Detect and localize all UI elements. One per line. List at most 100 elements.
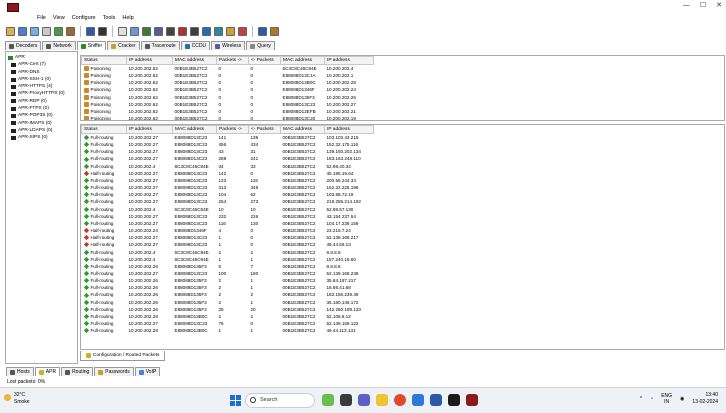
stop-icon[interactable]: [238, 26, 247, 36]
column-header[interactable]: Packets ->: [216, 125, 249, 134]
clock[interactable]: 13:40 13-02-2024: [692, 392, 718, 405]
table-row[interactable]: Poisoning 10.200.202.62 00B1E3B527C2 0 0 6C3C…: [82, 65, 374, 73]
weather-widget[interactable]: 32°C Smoke: [14, 392, 30, 405]
poisoning-table[interactable]: Status IP address MAC address Packets ->…: [80, 55, 725, 121]
open-icon[interactable]: [6, 26, 15, 36]
table-row[interactable]: Poisoning 10.200.202.62 00B1E3B527C2 0 0 E880…: [82, 115, 374, 120]
table-row[interactable]: Full-routing 10.200.202.27 E88088D13C23 43 3…: [82, 148, 374, 155]
sniffer-icon[interactable]: [42, 26, 51, 36]
tab-network[interactable]: Network: [42, 41, 76, 50]
column-header[interactable]: <- Packets: [248, 56, 281, 65]
tab-ccdu[interactable]: CCDU: [180, 41, 211, 50]
table-row[interactable]: Full-routing 10.200.202.27 E88088D13C23 123…: [82, 177, 374, 184]
cain-app-icon[interactable]: [466, 394, 478, 406]
tree-item[interactable]: APR-FTPS (0): [7, 105, 76, 112]
maximize-button[interactable]: ☐: [700, 1, 706, 9]
table-row[interactable]: Full-routing 10.200.202.26 E88088D135F3 2 1 0…: [82, 284, 374, 291]
tree-item[interactable]: APR-RDP (0): [7, 98, 76, 105]
decoder-icon[interactable]: [118, 26, 127, 36]
menu-help[interactable]: Help: [122, 15, 133, 21]
tree-item[interactable]: APR-ProxyHTTPS (0): [7, 90, 76, 97]
grid-icon[interactable]: [166, 26, 175, 36]
tree-item[interactable]: APR-LDAPS (0): [7, 127, 76, 134]
tree-item[interactable]: APR-HTTPS (4): [7, 83, 76, 90]
tree-item[interactable]: APR-SIPS (0): [7, 134, 76, 141]
language-indicator[interactable]: ENG IN: [661, 393, 672, 405]
table-row[interactable]: Half-routing 10.200.202.27 E88088D13C23 1 0 0…: [82, 234, 374, 241]
tab-query[interactable]: Query: [246, 41, 275, 50]
tray-arrow-icon[interactable]: ^: [640, 396, 642, 402]
tree-item[interactable]: APR-POP3S (0): [7, 112, 76, 119]
config-icon[interactable]: [66, 26, 75, 36]
chat-icon[interactable]: [358, 394, 370, 406]
tree-item[interactable]: APR: [7, 54, 76, 61]
add-icon[interactable]: [86, 26, 95, 36]
trace-icon[interactable]: [130, 26, 139, 36]
volume-icon[interactable]: ◉: [680, 396, 684, 402]
table-row[interactable]: Full-routing 10.200.202.28 E88088D13B0C 2 2 0…: [82, 313, 374, 320]
table-row[interactable]: Poisoning 10.200.202.62 00B1E3B527C2 0 0 E880…: [82, 101, 374, 108]
routing-table[interactable]: Status IP address MAC address Packets ->…: [80, 124, 725, 350]
close-button[interactable]: ✕: [716, 1, 722, 9]
tab-routing[interactable]: Routing: [61, 367, 94, 376]
table-row[interactable]: Full-routing 10.200.202.26 E88088D135F3 2 2 0…: [82, 291, 374, 298]
menu-view[interactable]: View: [53, 15, 65, 21]
tab-decoders[interactable]: Decoders: [5, 41, 42, 50]
tab-configuration-routed-packets[interactable]: Configuration / Routed Packets: [80, 351, 166, 361]
table-row[interactable]: Poisoning 10.200.202.62 00B1E3B527C2 0 0 E880…: [82, 72, 374, 79]
file-explorer-icon[interactable]: [376, 394, 388, 406]
route-icon[interactable]: [142, 26, 151, 36]
monitor-icon[interactable]: [190, 26, 199, 36]
column-header[interactable]: MAC address: [280, 56, 325, 65]
column-header[interactable]: Status: [81, 56, 127, 65]
table-row[interactable]: Full-routing 10.200.202.27 E88088D13C23 313…: [82, 184, 374, 191]
menu-file[interactable]: File: [37, 15, 46, 21]
apr-icon[interactable]: [54, 26, 63, 36]
column-header[interactable]: MAC address: [172, 125, 217, 134]
tab-apr[interactable]: APR: [34, 367, 61, 376]
table-row[interactable]: Full-routing 10.200.202.27 E88088D13C23 116…: [82, 220, 374, 227]
minimize-button[interactable]: —: [683, 1, 690, 9]
menu-configure[interactable]: Configure: [72, 15, 96, 21]
terminal-icon[interactable]: [448, 394, 460, 406]
task-view-icon[interactable]: [340, 394, 352, 406]
table-row[interactable]: Poisoning 10.200.202.62 00B1E3B527C2 0 0 E880…: [82, 86, 374, 93]
search-box[interactable]: Search: [245, 393, 315, 408]
chrome-icon[interactable]: [394, 394, 406, 406]
network-icon[interactable]: [30, 26, 39, 36]
column-header[interactable]: Status: [81, 125, 127, 134]
wireless-icon[interactable]: [154, 26, 163, 36]
table-row[interactable]: Half-routing 10.200.202.24 E88088D1346F 4 0 0…: [82, 227, 374, 234]
table-row[interactable]: Full-routing 10.200.202.4 6C3C8C46C94E 1 1 00…: [82, 256, 374, 263]
about-icon[interactable]: [270, 26, 279, 36]
table-row[interactable]: Full-routing 10.200.202.4 6C3C8C46C94E 34 33…: [82, 163, 374, 170]
table-row[interactable]: Full-routing 10.200.202.27 E88088D13C23 141…: [82, 134, 374, 142]
delete-icon[interactable]: [98, 26, 107, 36]
tab-voip[interactable]: VoIP: [134, 367, 161, 376]
globe-icon[interactable]: [214, 26, 223, 36]
table-row[interactable]: Full-routing 10.200.202.27 E88088D13C23 104…: [82, 191, 374, 198]
column-header[interactable]: <- Packets: [248, 125, 281, 134]
table-row[interactable]: Full-routing 10.200.202.26 E88088D135F3 2 1 0…: [82, 277, 374, 284]
table-row[interactable]: Poisoning 10.200.202.62 00B1E3B527C2 0 0 E880…: [82, 108, 374, 115]
menu-tools[interactable]: Tools: [103, 15, 116, 21]
tab-wireless[interactable]: Wireless: [211, 41, 246, 50]
table-row[interactable]: Full-routing 10.200.202.26 E88088D135F3 5 7 0…: [82, 263, 374, 270]
tab-passwords[interactable]: Passwords: [94, 367, 134, 376]
table-row[interactable]: Full-routing 10.200.202.27 E88088D13C23 76 0…: [82, 320, 374, 327]
table-row[interactable]: Full-routing 10.200.202.27 E88088D13C23 288…: [82, 155, 374, 162]
table-row[interactable]: Half-routing 10.200.202.27 E88088D13C23 1 0 0…: [82, 241, 374, 248]
tab-sniffer[interactable]: Sniffer: [76, 41, 107, 50]
tree-item[interactable]: APR-DNS: [7, 69, 76, 76]
wifi-icon[interactable]: ◔: [650, 396, 653, 402]
column-header[interactable]: IP address: [324, 125, 374, 134]
column-header[interactable]: Packets ->: [216, 56, 249, 65]
table-row[interactable]: Full-routing 10.200.202.4 6C3C8C46C94E 2 2 00…: [82, 249, 374, 256]
table-row[interactable]: Full-routing 10.200.202.26 E88088D135F3 2 1 0…: [82, 299, 374, 306]
tree-item[interactable]: APR-SSH-1 (0): [7, 76, 76, 83]
tree-item[interactable]: APR-IMAPS (0): [7, 120, 76, 127]
table-row[interactable]: Full-routing 10.200.202.27 E88088D13C23 254…: [82, 198, 374, 205]
table-row[interactable]: Full-routing 10.200.202.27 E88088D13C23 456…: [82, 141, 374, 148]
table-row[interactable]: Full-routing 10.200.202.27 E88088D13C23 100…: [82, 270, 374, 277]
table-row[interactable]: Full-routing 10.200.202.28 E88088D13B0C 1 1 0…: [82, 327, 374, 334]
